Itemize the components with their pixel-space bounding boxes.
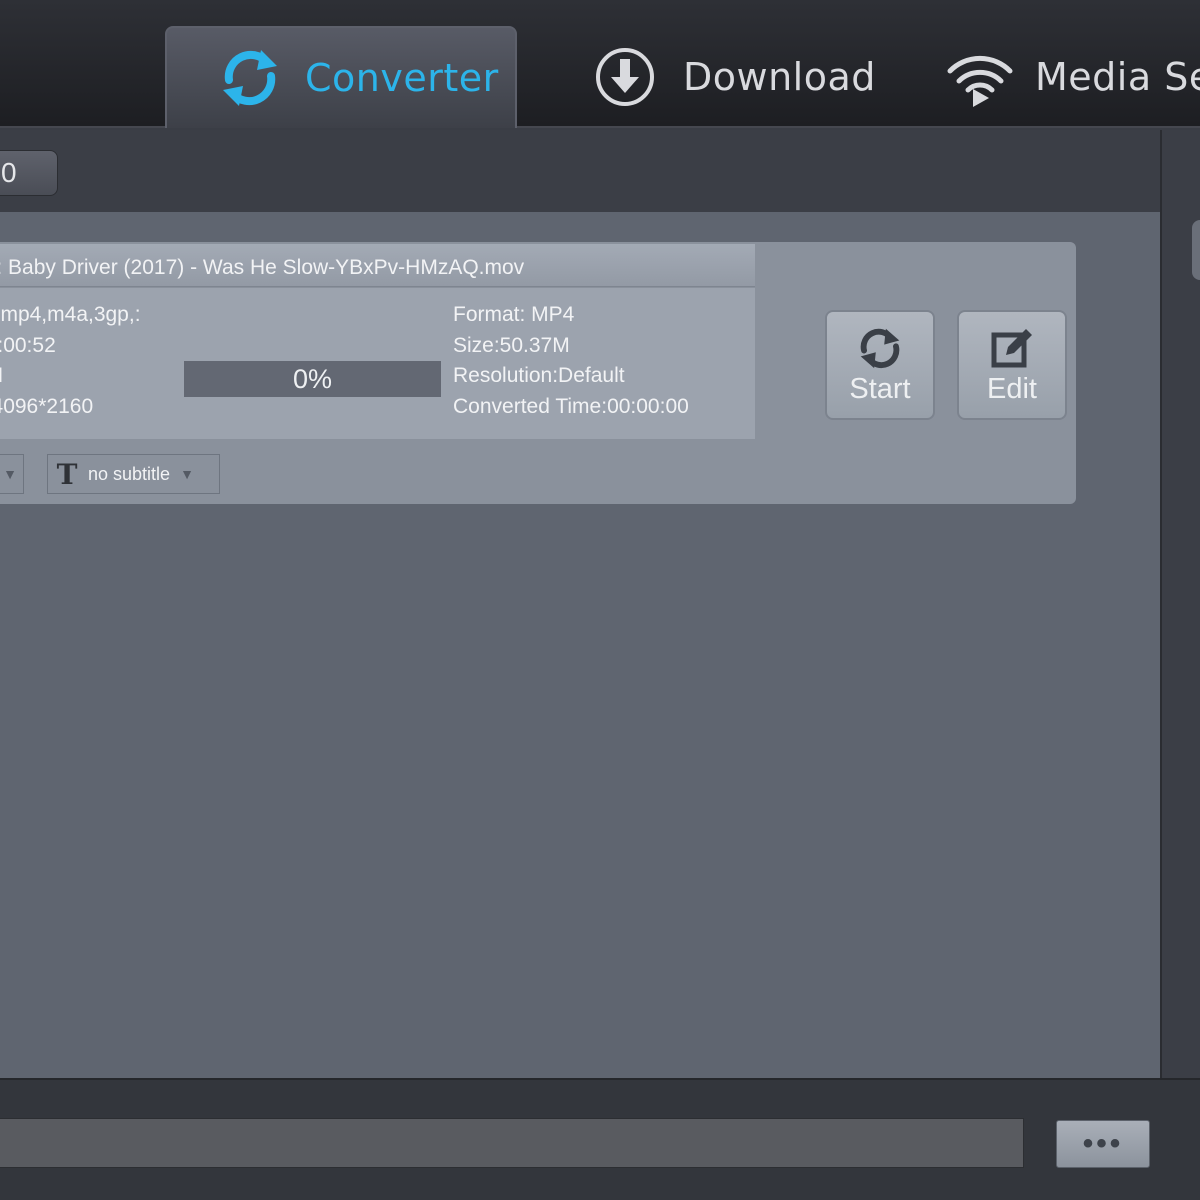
list-item[interactable]: le: Baby Driver (2017) - Was He Slow-YBx… <box>0 242 1076 504</box>
download-circle-icon <box>593 45 657 109</box>
source-resolution: n:4096*2160 <box>0 394 94 418</box>
progress-percent: 0% <box>292 364 333 394</box>
toolbar-button-label: 0 <box>1 157 17 188</box>
start-button[interactable]: Start <box>825 310 935 420</box>
right-side-panel <box>1160 130 1200 1080</box>
top-navigation-bar: Converter Download Media Ser <box>0 0 1200 128</box>
conversion-progress-bar: 0% <box>184 361 441 397</box>
toolbar-button[interactable]: 0 <box>0 150 58 196</box>
chevron-down-icon: ▼ <box>180 466 194 482</box>
subtitle-value: no subtitle <box>88 463 171 484</box>
edit-icon <box>986 325 1038 371</box>
browse-button-label: ••• <box>1082 1127 1124 1160</box>
tab-media-server[interactable]: Media Ser <box>945 26 1200 128</box>
text-icon: T <box>56 457 78 491</box>
audio-track-select[interactable]: ▼ <box>0 454 24 494</box>
tab-download-label: Download <box>683 55 876 99</box>
refresh-icon <box>854 325 906 371</box>
subtitle-select[interactable]: T no subtitle ▼ <box>47 454 220 494</box>
source-info: ov,mp4,m4a,3gp,: 00:00:52 0M n:4096*2160 <box>0 300 180 422</box>
tab-converter-label: Converter <box>305 56 499 100</box>
source-size: 0M <box>0 361 180 392</box>
output-size: Size:50.37M <box>453 333 570 357</box>
chevron-down-icon: ▼ <box>0 455 23 493</box>
edit-button[interactable]: Edit <box>957 310 1067 420</box>
tab-converter[interactable]: Converter <box>165 26 517 128</box>
browse-button[interactable]: ••• <box>1056 1120 1150 1168</box>
item-header: le: Baby Driver (2017) - Was He Slow-YBx… <box>0 244 755 287</box>
start-button-label: Start <box>849 372 911 405</box>
side-panel-toggle[interactable] <box>1192 220 1200 280</box>
item-info-panel: ov,mp4,m4a,3gp,: 00:00:52 0M n:4096*2160… <box>0 288 755 439</box>
output-format: Format: MP4 <box>453 303 575 326</box>
source-duration: 00:00:52 <box>0 333 56 357</box>
source-formats: ov,mp4,m4a,3gp,: <box>0 303 141 326</box>
output-info: Format: MP4 Size:50.37M Resolution:Defau… <box>453 300 689 422</box>
bottom-bar: ••• <box>0 1078 1200 1200</box>
edit-button-label: Edit <box>987 372 1037 405</box>
sub-toolbar: 0 <box>0 130 1160 213</box>
tab-media-server-label: Media Ser <box>1035 55 1200 99</box>
file-name: le: Baby Driver (2017) - Was He Slow-YBx… <box>0 256 525 279</box>
output-resolution: Resolution:Default <box>453 364 625 387</box>
output-path-field[interactable] <box>0 1118 1024 1168</box>
converted-time: Converted Time:00:00:00 <box>453 394 689 418</box>
wifi-play-icon <box>945 45 1015 109</box>
file-list: le: Baby Driver (2017) - Was He Slow-YBx… <box>0 212 1160 1078</box>
sync-icon <box>215 43 285 113</box>
tab-download[interactable]: Download <box>593 26 876 128</box>
